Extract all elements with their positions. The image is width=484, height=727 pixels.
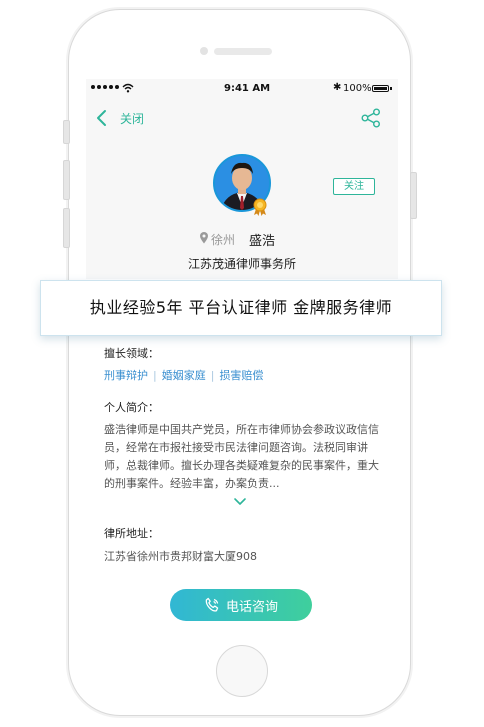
- battery-percent: 100%: [343, 83, 372, 94]
- credentials-banner: 执业经验5年 平台认证律师 金牌服务律师: [40, 280, 442, 336]
- specialty-tag-family[interactable]: 婚姻家庭: [162, 367, 206, 383]
- phone-volume-down: [63, 208, 70, 248]
- address-text: 江苏省徐州市贵邦财富大厦908: [104, 550, 257, 563]
- specialty-tag-criminal[interactable]: 刑事辩护: [104, 367, 148, 383]
- tag-separator: |: [210, 368, 215, 382]
- close-button[interactable]: 关闭: [120, 110, 144, 127]
- address-label: 律所地址：: [104, 527, 159, 540]
- lawyer-name: 盛浩: [249, 234, 276, 249]
- specialty-tag-damages[interactable]: 损害赔偿: [219, 367, 263, 383]
- app-screen: 9:41 AM ✱ 100% 关闭 关注 徐州 盛浩 江苏茂通律师事务所 擅长领…: [86, 79, 398, 641]
- phone-consult-button[interactable]: 电话咨询: [170, 589, 312, 621]
- phone-side-button: [63, 120, 70, 144]
- law-firm-name: 江苏茂通律师事务所: [187, 257, 296, 271]
- phone-volume-up: [63, 160, 70, 200]
- back-chevron-icon[interactable]: [95, 109, 109, 127]
- specialty-tags: 刑事辩护 | 婚姻家庭 | 损害赔偿: [104, 367, 263, 383]
- phone-home-button[interactable]: [216, 645, 268, 697]
- battery-icon: [372, 85, 389, 92]
- phone-power-button: [410, 172, 417, 219]
- expand-chevron-down-icon[interactable]: [233, 497, 247, 507]
- gold-medal-icon: [253, 198, 267, 216]
- nav-bar: 关闭: [86, 103, 398, 133]
- status-time: 9:41 AM: [224, 83, 271, 94]
- status-bar: 9:41 AM ✱ 100%: [86, 79, 398, 99]
- phone-consult-label: 电话咨询: [225, 599, 278, 615]
- bluetooth-icon: ✱: [333, 82, 342, 93]
- share-icon[interactable]: [360, 107, 382, 129]
- phone-speaker: [214, 48, 272, 55]
- location-pin-icon: [200, 232, 208, 244]
- bio-label: 个人简介：: [104, 401, 159, 414]
- wifi-icon: [122, 83, 134, 93]
- specialties-label: 擅长领域：: [104, 347, 159, 360]
- battery-tip: [390, 87, 392, 90]
- bio-text: 盛浩律师是中国共产党员，所在市律师协会参政议政信信员，经常在市报社接受市民法律问…: [104, 423, 379, 490]
- phone-camera: [200, 47, 208, 55]
- signal-icon: [91, 85, 119, 89]
- tag-separator: |: [153, 368, 157, 382]
- lawyer-city: 徐州: [211, 233, 236, 247]
- phone-call-icon: [205, 597, 219, 612]
- follow-button[interactable]: 关注: [333, 178, 375, 195]
